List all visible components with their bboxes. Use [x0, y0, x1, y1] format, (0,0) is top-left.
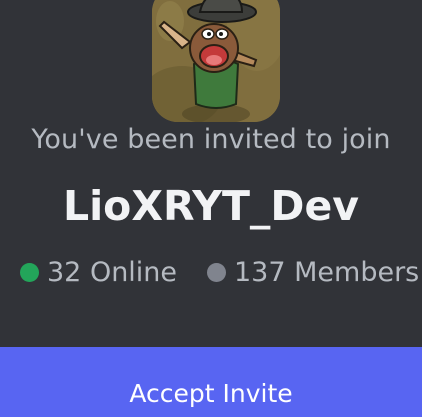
- online-status-dot-icon: [20, 262, 39, 282]
- server-name: LioXRYT_Dev: [62, 182, 359, 230]
- online-count: 32 Online: [20, 254, 177, 290]
- member-count-label: 137 Members: [234, 256, 420, 288]
- member-count: 137 Members: [207, 254, 419, 290]
- members-status-dot-icon: [207, 262, 226, 282]
- accept-invite-button[interactable]: Accept Invite: [0, 347, 422, 417]
- server-icon: [152, 0, 280, 122]
- online-count-label: 32 Online: [47, 256, 178, 288]
- invite-subtitle: You've been invited to join: [31, 124, 391, 155]
- server-stats: 32 Online 137 Members: [0, 254, 422, 290]
